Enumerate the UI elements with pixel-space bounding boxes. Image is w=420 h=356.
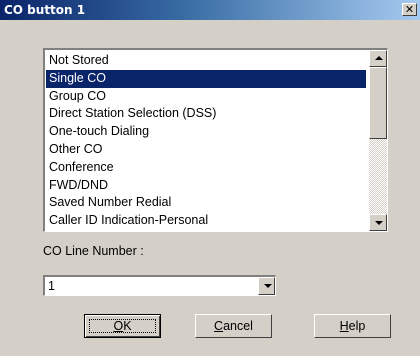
help-label: elp — [348, 319, 366, 333]
scroll-up-button[interactable] — [369, 50, 387, 67]
cancel-button[interactable]: Cancel — [195, 314, 272, 338]
list-item[interactable]: Conference — [46, 159, 366, 177]
listbox-items: Not Stored Single CO Group CO Direct Sta… — [46, 52, 366, 230]
list-item[interactable]: Direct Station Selection (DSS) — [46, 105, 366, 123]
list-item[interactable]: One-touch Dialing — [46, 123, 366, 141]
ok-button[interactable]: OK — [84, 314, 161, 338]
cancel-accel: C — [214, 319, 224, 333]
list-item[interactable]: Not Stored — [46, 52, 366, 70]
co-line-dropdown-button[interactable] — [258, 277, 275, 295]
arrow-up-icon — [375, 56, 383, 60]
list-item[interactable]: Group CO — [46, 88, 366, 106]
list-item[interactable]: FWD/DND — [46, 177, 366, 195]
list-item[interactable]: Caller ID Indication-Personal — [46, 212, 366, 230]
chevron-down-icon — [264, 284, 272, 288]
dialog-title: CO button 1 — [4, 3, 86, 17]
list-item-selected[interactable]: Single CO — [46, 69, 366, 88]
button-type-listbox[interactable]: Not Stored Single CO Group CO Direct Sta… — [43, 48, 388, 232]
title-bar[interactable]: CO button 1 ✕ — [0, 0, 420, 20]
dialog-window: CO button 1 ✕ Not Stored Single CO Group… — [0, 0, 420, 356]
close-button[interactable]: ✕ — [402, 3, 417, 16]
close-icon: ✕ — [404, 3, 415, 16]
co-line-number-value: 1 — [48, 279, 55, 293]
help-button[interactable]: Help — [314, 314, 391, 338]
scroll-down-button[interactable] — [369, 214, 387, 231]
focus-rect — [89, 319, 156, 333]
scroll-thumb[interactable] — [369, 67, 387, 139]
co-line-number-label: CO Line Number : — [43, 244, 144, 258]
cancel-label: ancel — [223, 319, 253, 333]
list-item[interactable]: Other CO — [46, 141, 366, 159]
list-item[interactable]: Saved Number Redial — [46, 194, 366, 212]
help-accel: H — [339, 319, 349, 333]
co-line-number-combobox[interactable]: 1 — [43, 275, 276, 296]
listbox-scrollbar[interactable] — [369, 50, 387, 231]
arrow-down-icon — [375, 221, 383, 225]
